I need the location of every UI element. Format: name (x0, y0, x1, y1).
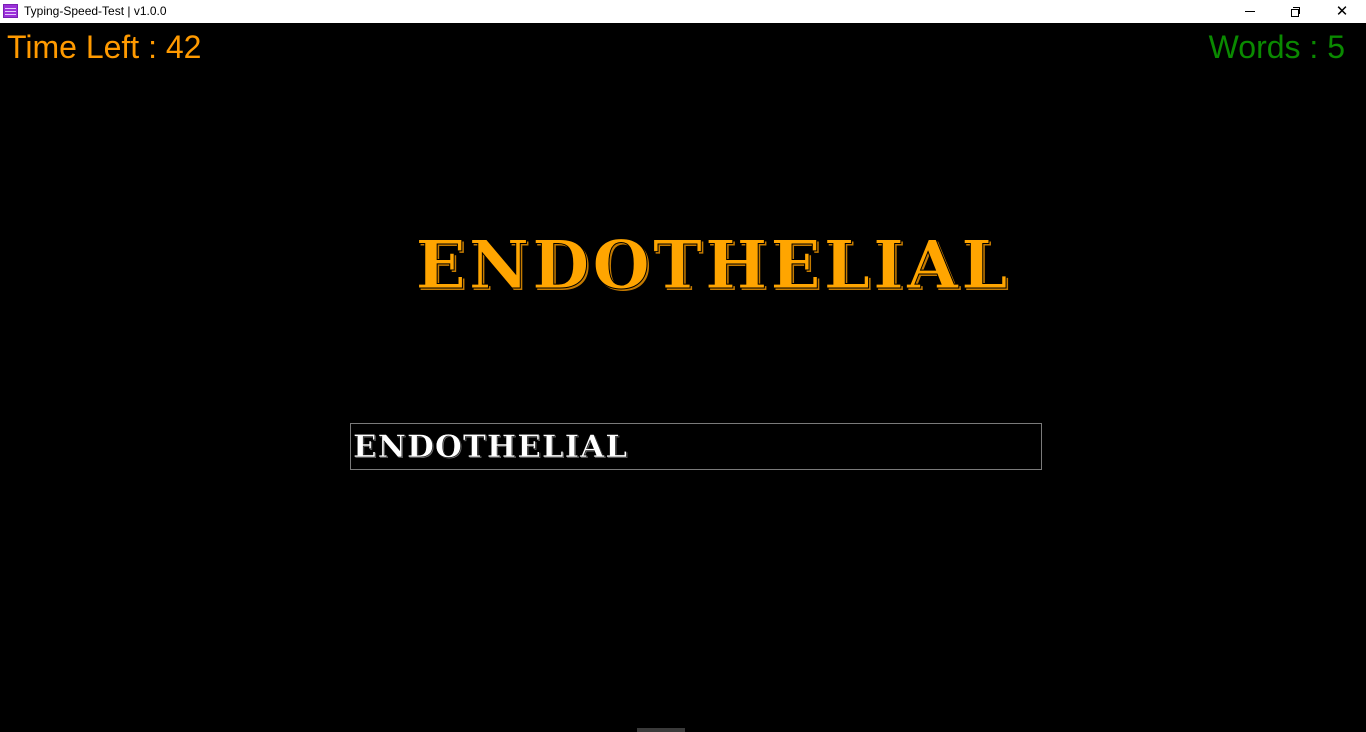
scroll-indicator (637, 728, 685, 732)
title-bar[interactable]: Typing-Speed-Test | v1.0.0 ✕ (0, 0, 1366, 23)
restore-button[interactable] (1273, 0, 1319, 23)
window-title: Typing-Speed-Test | v1.0.0 (24, 4, 167, 18)
app-grid-icon (3, 4, 18, 18)
time-left-label: Time Left : 42 (7, 29, 202, 65)
app-window: Typing-Speed-Test | v1.0.0 ✕ Time Left :… (0, 0, 1366, 732)
target-word: ENDOTHELIAL (415, 226, 1011, 305)
minimize-button[interactable] (1227, 0, 1273, 23)
restore-icon (1291, 6, 1301, 17)
close-icon: ✕ (1335, 2, 1349, 20)
typing-input[interactable] (350, 423, 1042, 470)
close-button[interactable]: ✕ (1319, 0, 1365, 23)
words-count-label: Words : 5 (1208, 29, 1345, 65)
minimize-icon (1245, 11, 1255, 12)
